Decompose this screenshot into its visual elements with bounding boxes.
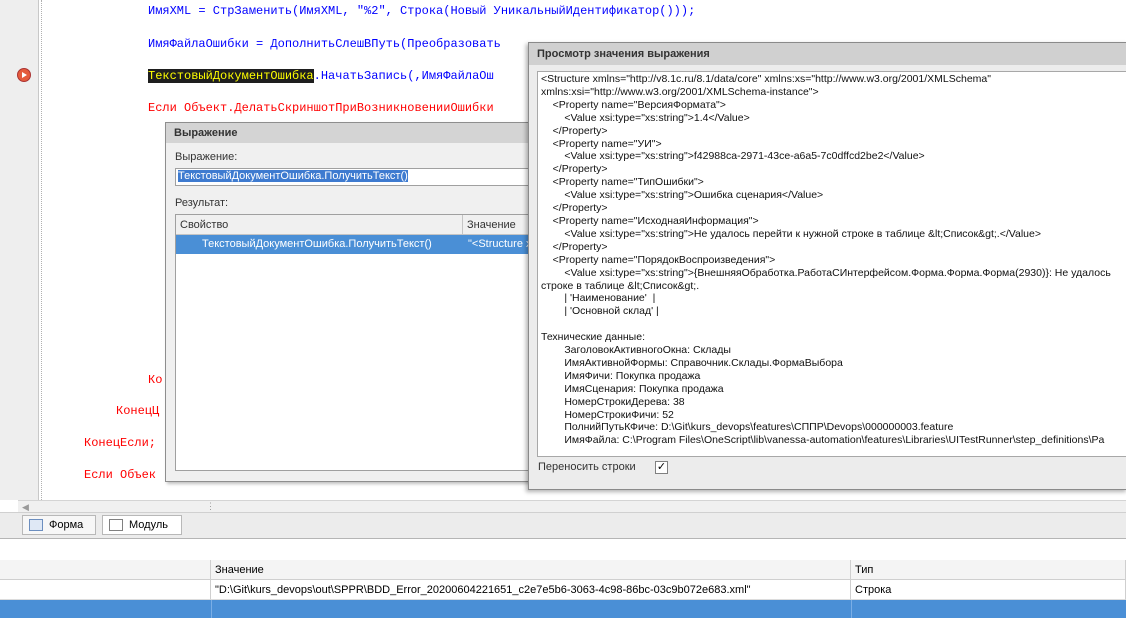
row-property: ТекстовыйДокументОшибка.ПолучитьТекст() xyxy=(202,238,432,250)
table-cell-type[interactable]: Строка xyxy=(851,580,1126,600)
code-text: ИмяXML = СтрЗаменить(ИмяXML, "%2", Строк… xyxy=(148,4,696,18)
expression-label: Выражение: xyxy=(175,151,238,163)
code-line[interactable]: ИмяФайлаОшибки = ДополнитьСлешВПуть(Прео… xyxy=(148,37,501,51)
column-header-name[interactable] xyxy=(0,560,211,580)
code-text: .НачатьЗапись(,ИмяФайлаОш xyxy=(313,69,494,83)
value-viewer-dialog: Просмотр значения выражения <Structure x… xyxy=(528,42,1126,490)
value-text-area[interactable]: <Structure xmlns="http://v8.1c.ru/8.1/da… xyxy=(537,71,1126,457)
dialog-title[interactable]: Выражение xyxy=(166,123,541,143)
table-cell-value[interactable]: "D:\Git\kurs_devops\out\SPPR\BDD_Error_2… xyxy=(211,580,851,600)
form-icon xyxy=(29,519,43,531)
table-row-selected[interactable]: ТекстовыйДокументОшибка.ПолучитьТекст() … xyxy=(176,235,541,254)
expression-text: ТекстовыйДокументОшибка.ПолучитьТекст() xyxy=(178,170,408,182)
code-line-current[interactable]: ТекстовыйДокументОшибка.НачатьЗапись(,Им… xyxy=(148,69,494,83)
column-header-value[interactable]: Значение xyxy=(211,560,851,580)
column-header-property[interactable]: Свойство xyxy=(176,215,463,235)
code-text: Если Объек xyxy=(84,468,157,482)
variables-pane-header-strip xyxy=(0,538,1126,562)
table-cell-name[interactable] xyxy=(0,580,211,600)
tab-label: Форма xyxy=(49,519,84,531)
row-value: "<Structure x xyxy=(468,238,532,250)
tab-module[interactable]: Модуль xyxy=(102,515,182,535)
divider xyxy=(211,600,212,618)
code-text: ИмяФайлаОшибки = ДополнитьСлешВПуть(Прео… xyxy=(148,37,501,51)
tab-form[interactable]: Форма xyxy=(22,515,96,535)
module-icon xyxy=(109,519,123,531)
table-row-selected[interactable] xyxy=(0,600,1126,618)
code-text: КонецЕсли; xyxy=(84,436,157,450)
dialog-title[interactable]: Просмотр значения выражения xyxy=(529,43,1126,65)
result-label: Результат: xyxy=(175,197,229,209)
expression-input[interactable]: ТекстовыйДокументОшибка.ПолучитьТекст() xyxy=(175,168,541,186)
code-line[interactable]: КонецЕсли; xyxy=(84,436,156,450)
breakpoint-current-line-icon[interactable] xyxy=(17,68,31,82)
result-grid[interactable]: Свойство Значение ТекстовыйДокументОшибк… xyxy=(175,214,541,471)
code-line[interactable]: Ко xyxy=(148,373,162,387)
code-line[interactable]: Если Объект.ДелатьСкриншотПриВозникновен… xyxy=(148,101,494,115)
code-line[interactable]: ИмяXML = СтрЗаменить(ИмяXML, "%2", Строк… xyxy=(148,4,695,18)
fold-guide xyxy=(41,0,42,500)
divider xyxy=(851,600,852,618)
column-header-type[interactable]: Тип xyxy=(851,560,1126,580)
scroll-thumb-grip-icon[interactable]: ⋮ xyxy=(206,501,215,512)
wrap-lines-checkbox[interactable]: ✓ xyxy=(655,461,668,474)
code-line[interactable]: Если Объек xyxy=(84,468,156,482)
expression-dialog: Выражение Выражение: ТекстовыйДокументОш… xyxy=(165,122,542,482)
wrap-lines-label: Переносить строки xyxy=(538,461,636,473)
highlighted-identifier: ТекстовыйДокументОшибка xyxy=(148,69,314,83)
module-tab-bar: Форма Модуль xyxy=(0,512,1126,539)
tab-label: Модуль xyxy=(129,519,168,531)
code-text: Если Объект.ДелатьСкриншотПриВозникновен… xyxy=(148,101,494,115)
code-text: КонецЦ xyxy=(116,404,160,418)
code-line[interactable]: КонецЦ xyxy=(116,404,159,418)
code-text: Ко xyxy=(148,373,163,387)
